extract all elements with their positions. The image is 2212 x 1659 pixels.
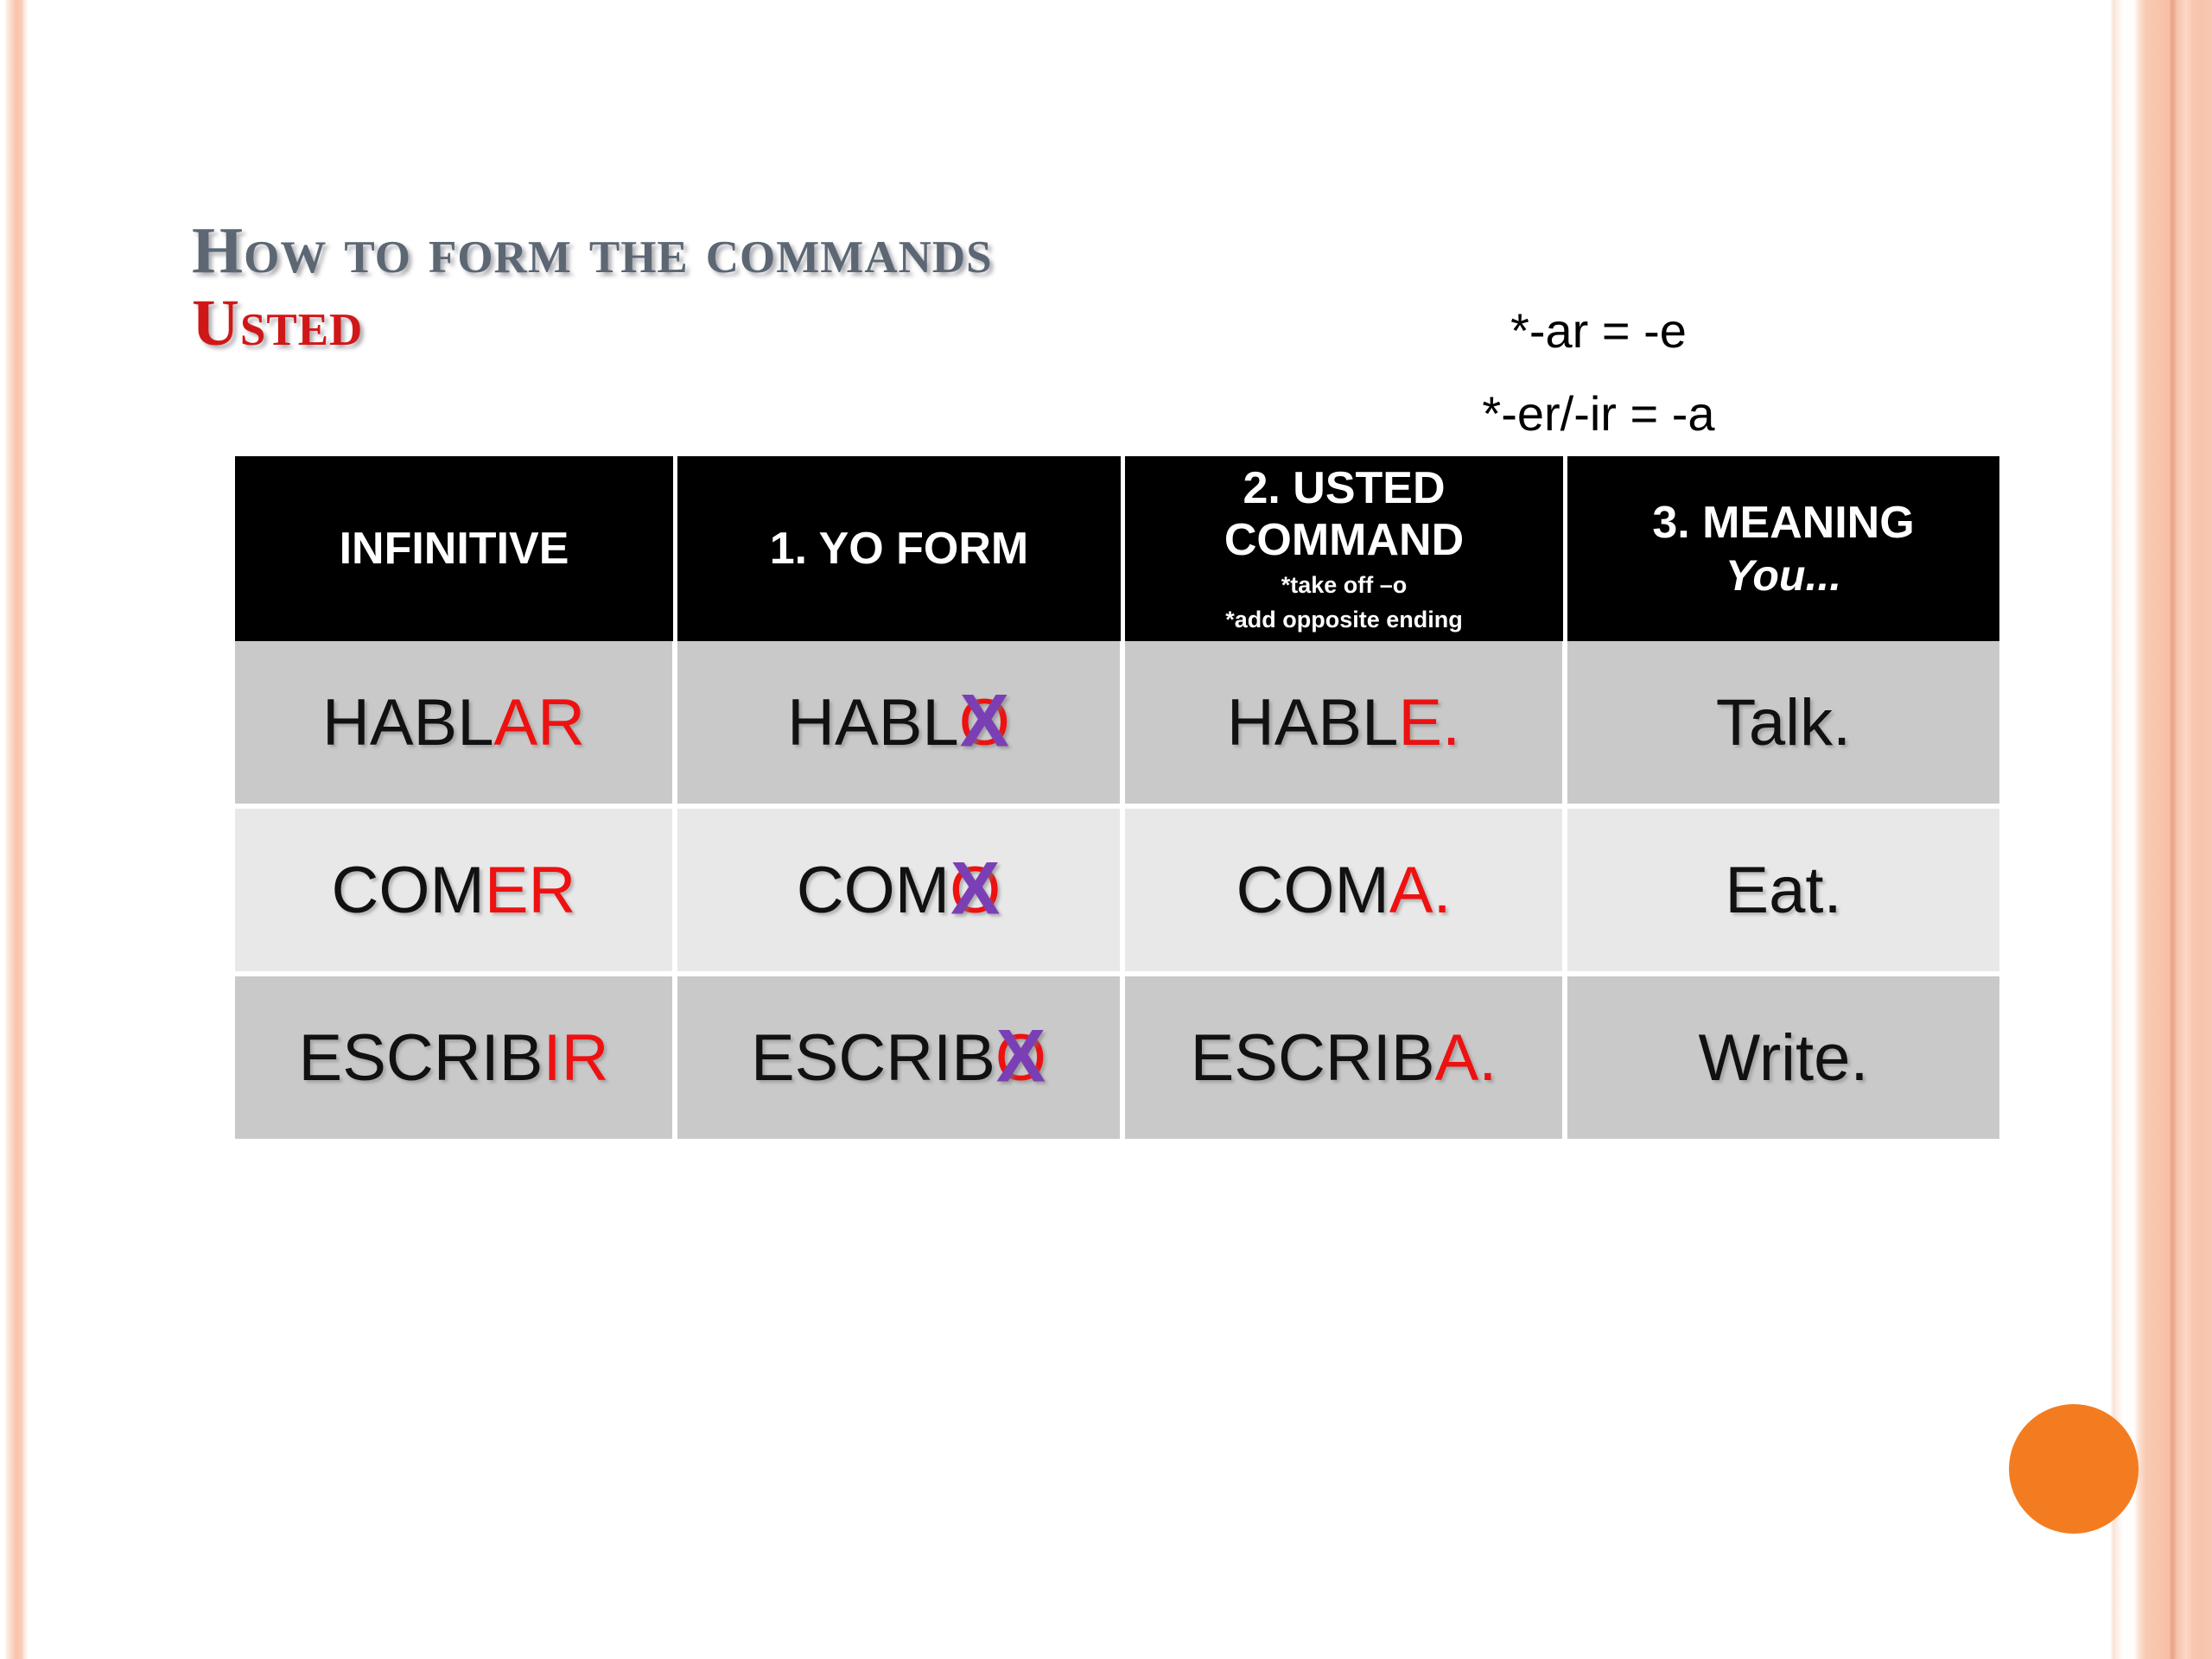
rule-note-er-ir: *-er/-ir = -a: [1482, 386, 1715, 441]
yo-form-stem: COM: [796, 853, 950, 927]
yo-form-struck-o: OX: [958, 683, 1010, 760]
command-stem: COM: [1236, 853, 1389, 927]
meaning-text: Eat.: [1725, 853, 1842, 927]
orange-circle-accent: [2009, 1404, 2139, 1534]
table-row: HABLAR HABLO X HABLE. Talk.: [235, 641, 1999, 809]
column-header-infinitive-label: INFINITIVE: [339, 524, 569, 574]
yo-form-o-letter: O: [950, 853, 1001, 927]
yo-form-o-letter: O: [958, 685, 1010, 760]
title-main-line: How to form the commands: [192, 214, 993, 287]
yo-form-o-letter: O: [995, 1020, 1047, 1095]
column-header-meaning-label: 3. MEANING: [1652, 498, 1915, 548]
yo-form-struck-o: OX: [995, 1019, 1047, 1096]
table-header-row: INFINITIVE 1. YO FORM 2. USTED COMMAND *…: [235, 456, 1999, 641]
column-header-yo-form-label: 1. YO FORM: [769, 524, 1029, 574]
column-header-usted-command-label: 2. USTED COMMAND: [1224, 463, 1465, 565]
usted-command-table: INFINITIVE 1. YO FORM 2. USTED COMMAND *…: [235, 456, 1999, 1139]
command-stem: ESCRIB: [1190, 1020, 1435, 1095]
meaning-text: Write.: [1698, 1020, 1869, 1095]
column-header-meaning-note: You...: [1725, 551, 1842, 600]
column-header-usted-command: 2. USTED COMMAND *take off –o *add oppos…: [1125, 456, 1567, 641]
command-ending: A.: [1389, 853, 1452, 927]
yo-form-stem: ESCRIB: [750, 1020, 995, 1095]
rule-note-ar: *-ar = -e: [1510, 303, 1687, 358]
ending-rule-notes: *-ar = -e *-er/-ir = -a: [1408, 289, 1789, 455]
infinitive-stem: HABL: [321, 685, 494, 760]
column-header-usted-command-note-2: *add opposite ending: [1225, 607, 1463, 632]
table-row: ESCRIBIR ESCRIBO X ESCRIBA. Write.: [235, 976, 1999, 1139]
cell-meaning: Eat.: [1567, 809, 1999, 976]
cell-yo-form: HABLO X: [677, 641, 1125, 809]
column-header-yo-form: 1. YO FORM: [677, 456, 1125, 641]
cell-yo-form: COMO X: [677, 809, 1125, 976]
column-header-usted-command-note-1: *take off –o: [1281, 572, 1408, 598]
slide-left-border: [0, 0, 29, 1659]
table-row: COMER COMO X COMA. Eat.: [235, 809, 1999, 976]
infinitive-ending: AR: [493, 685, 586, 760]
infinitive-ending: ER: [484, 853, 576, 927]
column-header-infinitive: INFINITIVE: [235, 456, 677, 641]
command-ending: A.: [1434, 1020, 1497, 1095]
cell-usted-command: COMA.: [1125, 809, 1567, 976]
page-title: How to form the commands Usted: [192, 214, 1592, 359]
cell-yo-form: ESCRIBO X: [677, 976, 1125, 1139]
command-stem: HABL: [1226, 685, 1399, 760]
cell-infinitive: HABLAR: [235, 641, 677, 809]
column-header-meaning: 3. MEANING You...: [1567, 456, 1999, 641]
cell-usted-command: ESCRIBA.: [1125, 976, 1567, 1139]
command-ending: E.: [1398, 685, 1461, 760]
yo-form-struck-o: OX: [950, 851, 1001, 928]
cell-usted-command: HABLE.: [1125, 641, 1567, 809]
cell-infinitive: ESCRIBIR: [235, 976, 677, 1139]
yo-form-stem: HABL: [787, 685, 959, 760]
infinitive-stem: ESCRIB: [298, 1020, 543, 1095]
title-sub-line: Usted: [192, 287, 364, 359]
infinitive-stem: COM: [331, 853, 485, 927]
infinitive-ending: IR: [543, 1020, 609, 1095]
cell-meaning: Write.: [1567, 976, 1999, 1139]
meaning-text: Talk.: [1715, 685, 1852, 760]
cell-infinitive: COMER: [235, 809, 677, 976]
cell-meaning: Talk.: [1567, 641, 1999, 809]
